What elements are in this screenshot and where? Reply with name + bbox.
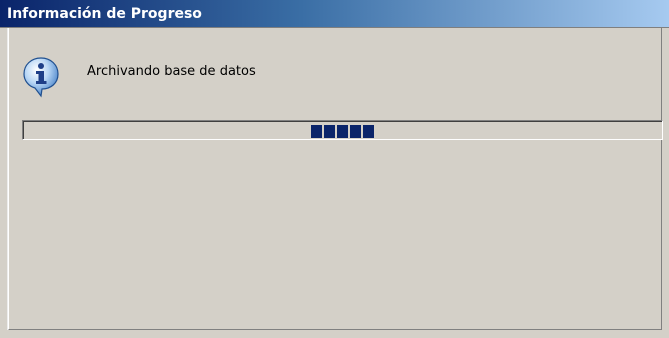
window-frame-bottom (0, 330, 669, 338)
progress-dialog-window: Información de Progreso Archivando base … (0, 0, 669, 338)
info-icon (23, 57, 59, 98)
window-title: Información de Progreso (7, 6, 202, 22)
progress-block (363, 125, 374, 138)
title-bar[interactable]: Información de Progreso (0, 0, 669, 28)
progress-block (324, 125, 335, 138)
status-message: Archivando base de datos (87, 64, 256, 79)
progress-block (311, 125, 322, 138)
progress-track (23, 121, 662, 139)
progress-marquee (311, 125, 374, 138)
window-frame-left (0, 28, 8, 338)
progress-block (350, 125, 361, 138)
progress-bar (22, 120, 663, 140)
window-frame-right (662, 28, 669, 338)
progress-block (337, 125, 348, 138)
